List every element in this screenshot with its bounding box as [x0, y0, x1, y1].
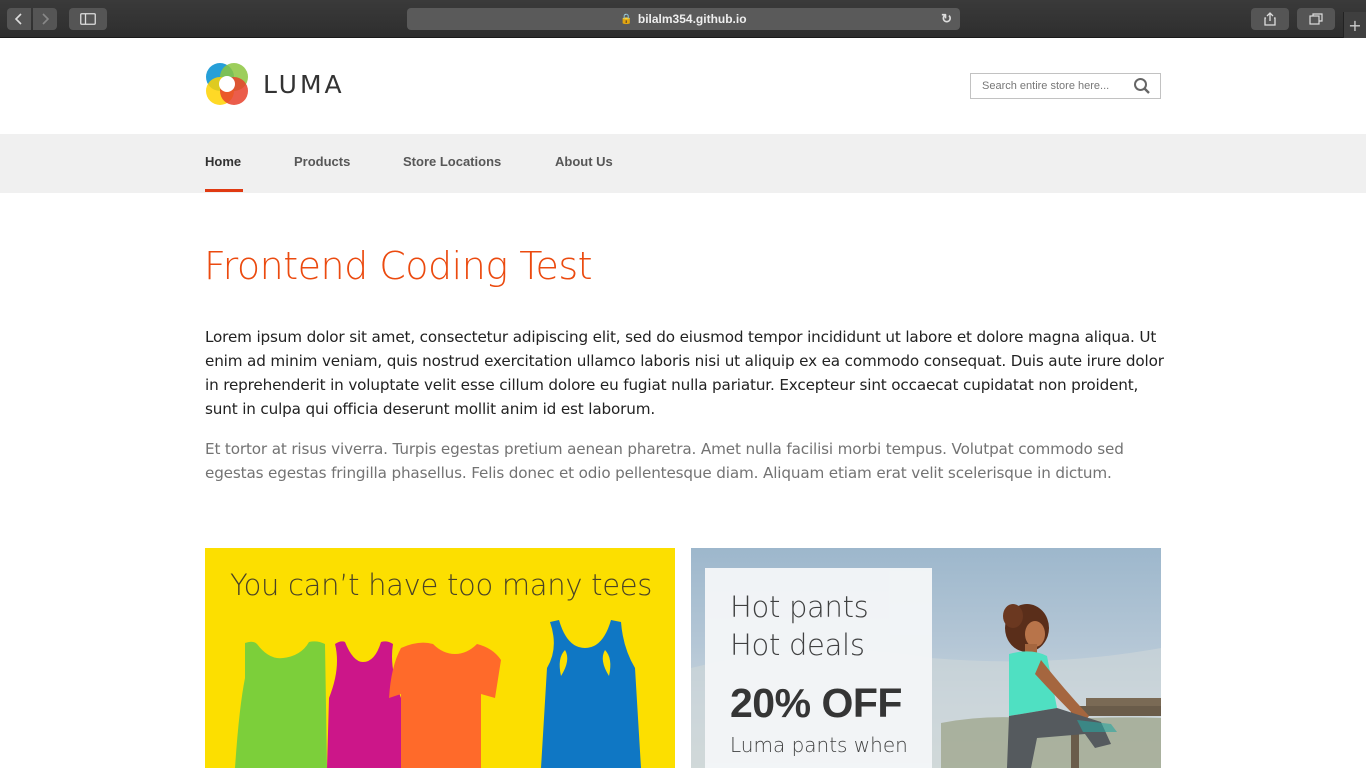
tees-illustration: [235, 620, 641, 768]
chevron-right-icon: [42, 13, 50, 25]
promo-banner-pants[interactable]: Hot pants Hot deals 20% OFF Luma pants w…: [691, 548, 1161, 768]
promo-pants-card: Hot pants Hot deals 20% OFF Luma pants w…: [705, 568, 932, 768]
promo-banner-tees[interactable]: You can’t have too many tees: [205, 548, 675, 768]
sidebar-icon: [80, 13, 96, 25]
nav-item-store-locations[interactable]: Store Locations: [403, 154, 501, 169]
tab-overview-button[interactable]: [1297, 8, 1335, 30]
site-header: LUMA: [0, 38, 1366, 134]
logo[interactable]: LUMA: [205, 62, 345, 106]
luma-logo-icon: [206, 63, 248, 105]
promo-pants-subtext: Luma pants when: [730, 733, 908, 757]
nav-item-home[interactable]: Home: [205, 154, 241, 169]
search-icon[interactable]: [1133, 77, 1151, 95]
nav-item-about-us[interactable]: About Us: [555, 154, 613, 169]
reload-icon[interactable]: ↻: [941, 11, 952, 27]
intro-paragraph: Lorem ipsum dolor sit amet, consectetur …: [205, 328, 1164, 418]
back-button[interactable]: [7, 8, 31, 30]
browser-toolbar: 🔒 bilalm354.github.io ↻ +: [0, 0, 1366, 38]
promo-pants-line2: Hot deals: [730, 628, 865, 662]
active-nav-indicator: [205, 189, 243, 192]
page-title: Frontend Coding Test: [204, 244, 593, 288]
new-tab-button[interactable]: +: [1343, 12, 1366, 38]
search-input[interactable]: [982, 80, 1137, 92]
address-bar[interactable]: 🔒 bilalm354.github.io ↻: [407, 8, 960, 30]
main-nav: Home Products Store Locations About Us: [0, 134, 1366, 193]
lock-icon: 🔒: [620, 13, 633, 25]
nav-item-products[interactable]: Products: [294, 154, 350, 169]
chevron-left-icon: [14, 13, 22, 25]
tabs-icon: [1309, 13, 1323, 25]
url-text: bilalm354.github.io: [637, 12, 747, 26]
sidebar-toggle-button[interactable]: [69, 8, 107, 30]
brand-name: LUMA: [263, 69, 345, 99]
promo-pants-line1: Hot pants: [730, 590, 869, 624]
share-icon: [1264, 12, 1276, 26]
forward-button[interactable]: [33, 8, 57, 30]
search-box[interactable]: [970, 73, 1161, 99]
share-button[interactable]: [1251, 8, 1289, 30]
promo-pants-discount: 20% OFF: [730, 680, 902, 726]
secondary-paragraph: Et tortor at risus viverra. Turpis egest…: [205, 440, 1124, 482]
